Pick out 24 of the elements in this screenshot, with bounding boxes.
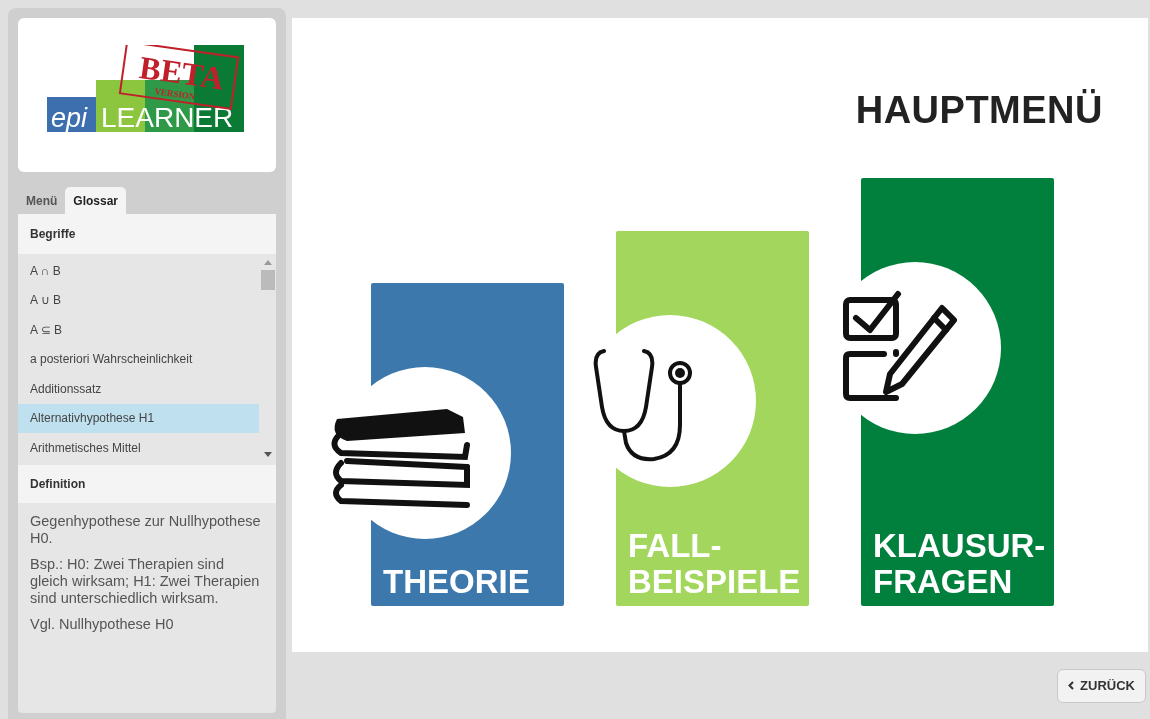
back-button[interactable]: ZURÜCK (1057, 668, 1146, 703)
term-item[interactable]: Arithmetisches Mittel (18, 433, 259, 463)
sidebar-tab[interactable]: Menü (18, 187, 66, 214)
logo-text: epi (51, 103, 88, 133)
stamp-subtext: VERSION (153, 86, 196, 102)
chevron-left-icon (1068, 681, 1075, 690)
scroll-down-icon[interactable] (263, 452, 272, 457)
checklist-pencil-icon (842, 288, 958, 404)
scroll-up-icon[interactable] (263, 260, 272, 265)
section-heading: Begriffe (18, 214, 276, 254)
term-item[interactable]: Alternativhypothese H1 (18, 403, 259, 433)
definition-text: Gegenhypothese zur Nullhypothese H0. (30, 513, 262, 547)
term-item[interactable]: A ∩ B (18, 256, 259, 286)
term-item[interactable]: A ∪ B (18, 285, 259, 315)
page-title: HAUPTMENÜ (855, 88, 1103, 133)
definition-text: Vgl. Nullhypothese H0 (30, 616, 175, 633)
section-heading: Definition (18, 465, 276, 503)
term-item[interactable]: a posteriori Wahrscheinlichkeit (18, 344, 259, 374)
definition-text: Bsp.: H0: Zwei Therapien sind gleich wirksam; H1: Zwei Therapien sind unterschiedlich wirksam. (30, 556, 261, 607)
scroll-thumb[interactable] (260, 270, 275, 290)
logo-text: LEARNER (101, 102, 234, 133)
term-item[interactable]: A ⊆ B (18, 315, 259, 345)
sidebar-tab[interactable]: Glossar (65, 187, 127, 214)
term-item[interactable]: Additionssatz (18, 374, 259, 404)
